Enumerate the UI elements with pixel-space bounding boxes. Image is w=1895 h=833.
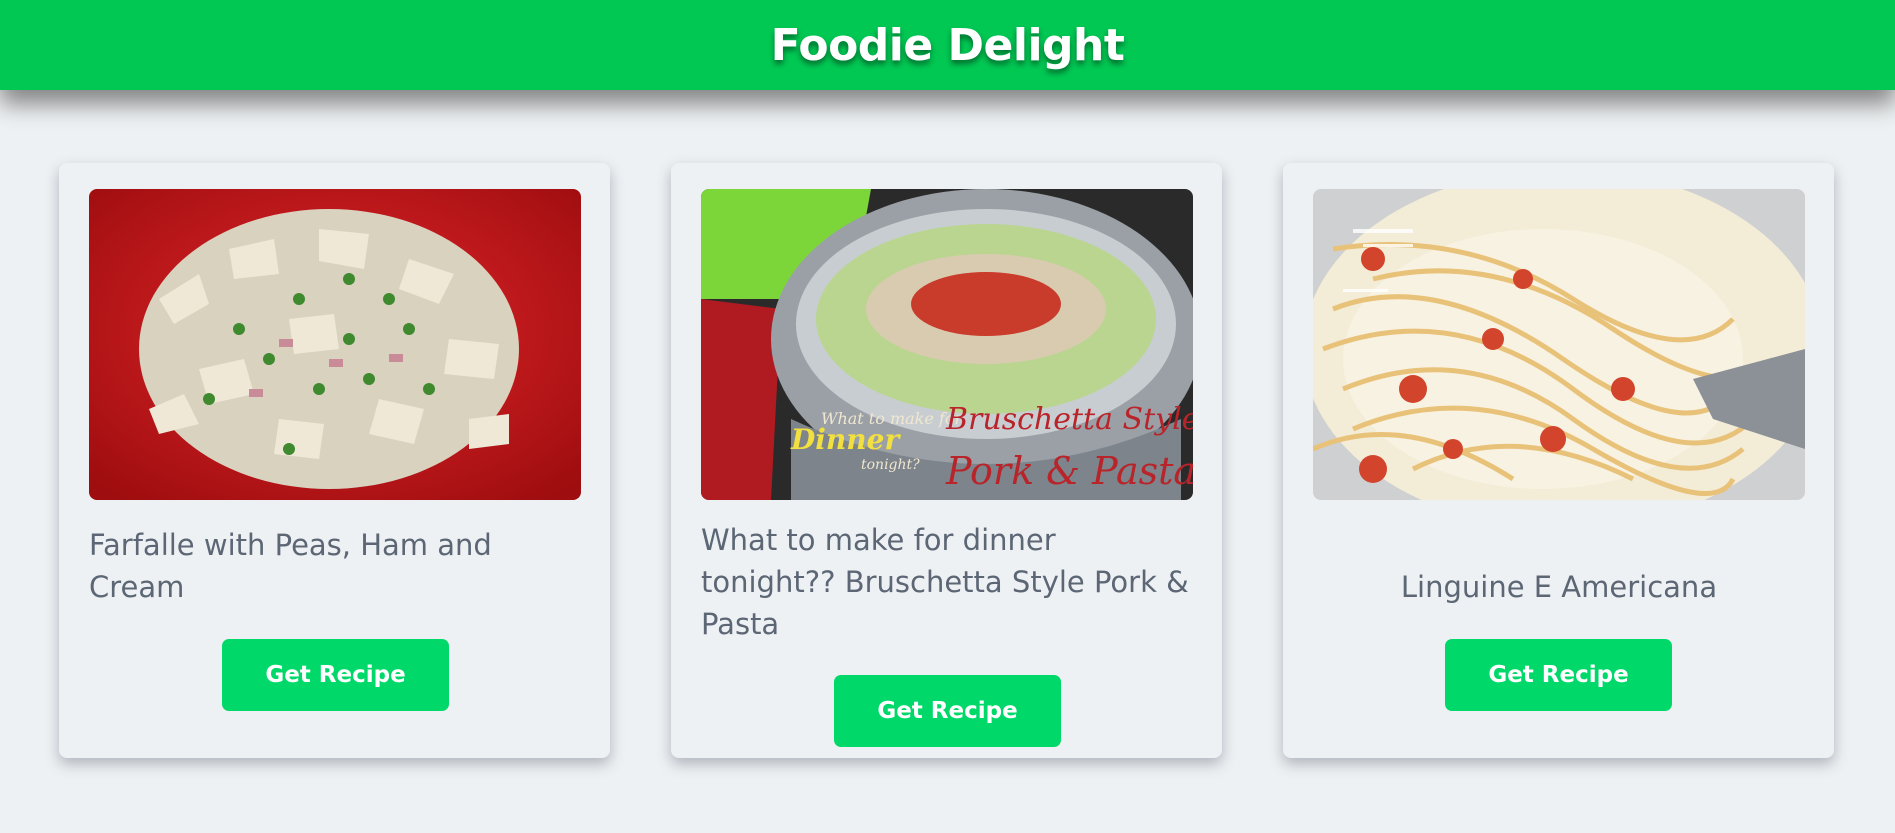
recipe-image: What to make for Dinner tonight? Brusche… — [701, 189, 1193, 500]
app-header: Foodie Delight — [0, 0, 1895, 90]
recipe-title: What to make for dinner tonight?? Brusch… — [701, 523, 1189, 641]
get-recipe-button[interactable]: Get Recipe — [1445, 639, 1672, 711]
overlay-text: Bruschetta Style — [945, 402, 1193, 437]
overlay-text: Dinner — [790, 423, 901, 456]
app-title: Foodie Delight — [770, 19, 1125, 71]
overlay-text: tonight? — [861, 457, 920, 473]
recipe-card: Farfalle with Peas, Ham and Cream Get Re… — [59, 163, 610, 758]
recipe-card: What to make for Dinner tonight? Brusche… — [671, 163, 1222, 758]
get-recipe-button[interactable]: Get Recipe — [834, 675, 1061, 747]
recipe-image — [89, 189, 581, 500]
get-recipe-button[interactable]: Get Recipe — [222, 639, 449, 711]
overlay-text: Pork & Pasta — [945, 449, 1193, 493]
recipe-title: Linguine E Americana — [1400, 570, 1718, 604]
recipe-image — [1313, 189, 1805, 500]
recipe-title: Farfalle with Peas, Ham and Cream — [89, 528, 492, 604]
recipe-card: Linguine E Americana Get Recipe — [1283, 163, 1834, 758]
